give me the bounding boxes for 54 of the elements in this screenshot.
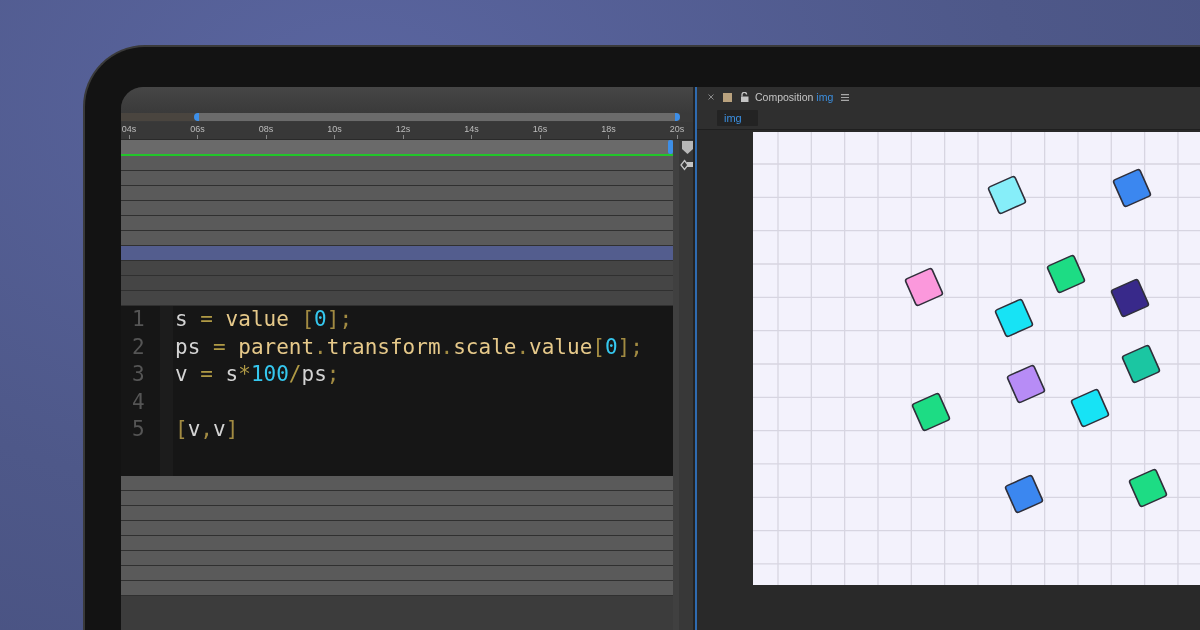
viewer-tab[interactable]: img [717, 110, 758, 126]
time-label: 14s [464, 125, 479, 134]
track-row[interactable] [121, 551, 673, 566]
tick-mark [265, 135, 267, 139]
line-number: 1 [132, 306, 145, 333]
track-row[interactable] [121, 171, 673, 186]
tick-mark [608, 135, 609, 139]
line-number: 5 [132, 416, 145, 443]
line-number: 2 [132, 333, 145, 361]
composition-tab[interactable]: Composition img [755, 91, 834, 103]
code-line: [v,v] [175, 416, 239, 443]
tick-mark [128, 135, 130, 139]
time-label: 10s [327, 125, 342, 134]
line-number: 4 [132, 388, 145, 416]
time-label: 12s [395, 125, 411, 134]
tick-mark [539, 135, 541, 139]
code-editor[interactable]: 1 2 3 4 5 s = value [0]; ps = parent.transform.scale.value[0]; v = s*100/ps; [v,v] [121, 306, 673, 476]
time-label: 16s [532, 125, 548, 134]
diamond-flag-icon[interactable] [680, 159, 693, 171]
time-label: 20s [669, 125, 685, 134]
code-line: v = s*100/ps; [175, 361, 340, 388]
time-label: 06s [190, 125, 205, 134]
menu-icon[interactable] [841, 93, 850, 101]
color-swatch-icon[interactable] [723, 92, 732, 102]
work-area-handle[interactable] [668, 140, 673, 154]
track-row[interactable] [121, 156, 673, 171]
lock-icon[interactable] [740, 92, 749, 102]
time-label: 08s [258, 125, 274, 134]
track-row[interactable] [121, 261, 673, 276]
track-row[interactable] [121, 276, 673, 291]
track-row[interactable] [121, 581, 673, 596]
track-row[interactable] [121, 201, 673, 216]
tick-mark [676, 135, 678, 139]
time-label: 18s [601, 125, 616, 134]
track-row[interactable] [121, 246, 673, 261]
tick-mark [197, 135, 198, 139]
track-row[interactable] [121, 291, 673, 306]
time-label: 04s [121, 125, 137, 134]
code-line: ps = parent.transform.scale.value[0]; [175, 333, 643, 361]
tick-mark [471, 135, 472, 139]
tick-mark [334, 135, 335, 139]
track-row[interactable] [121, 476, 673, 491]
track-row[interactable] [121, 536, 673, 551]
track-row[interactable] [121, 186, 673, 201]
track-row[interactable] [121, 216, 673, 231]
track-row[interactable] [121, 231, 673, 246]
track-row[interactable] [121, 491, 673, 506]
code-line: s = value [0]; [175, 306, 353, 333]
line-number: 3 [132, 361, 145, 388]
tick-mark [402, 135, 404, 139]
close-icon[interactable] [708, 94, 714, 100]
track-row[interactable] [121, 506, 673, 521]
track-row[interactable] [121, 521, 673, 536]
track-row[interactable] [121, 566, 673, 581]
